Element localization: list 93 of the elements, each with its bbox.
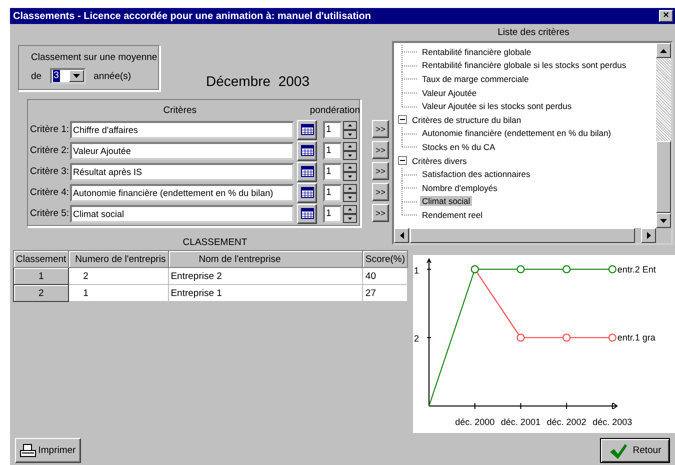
- tick-label: 2: [414, 334, 420, 344]
- add-button[interactable]: >>: [372, 204, 389, 222]
- tree-item[interactable]: Valeur Ajoutée: [420, 88, 479, 98]
- tick-label: déc. 2003: [592, 417, 632, 427]
- table-button[interactable]: [297, 182, 317, 202]
- criterion-field[interactable]: Chiffre d'affaires: [70, 120, 294, 138]
- tick-label: déc. 2001: [500, 417, 540, 427]
- tree-item[interactable]: Satisfaction des actionnaires: [420, 169, 532, 180]
- average-label: Classement sur une moyenne: [31, 52, 158, 63]
- up-arrow-icon[interactable]: [660, 48, 667, 52]
- tree-item[interactable]: Climat social: [420, 196, 472, 206]
- years-dropdown[interactable]: 3: [50, 68, 86, 84]
- criterion-field[interactable]: Résultat après IS: [70, 162, 294, 180]
- close-button[interactable]: ×: [659, 10, 673, 22]
- add-button[interactable]: >>: [372, 162, 389, 180]
- table-cell: 40: [362, 268, 408, 284]
- down-arrow-icon[interactable]: [660, 218, 667, 222]
- column-header: Nom de l'entreprise: [168, 250, 363, 268]
- tree-item[interactable]: Critères de structure du bilan: [410, 114, 524, 125]
- prefix-label: de: [31, 70, 42, 82]
- spin-buttons[interactable]: [343, 120, 357, 138]
- table-icon: [300, 124, 314, 135]
- criterion-label: Critère 1:: [30, 124, 70, 135]
- caret-icon: [72, 74, 80, 78]
- tree-item[interactable]: Critères divers: [410, 156, 469, 166]
- criterion-label: Critère 5:: [30, 208, 70, 219]
- checkmark-icon: [608, 442, 627, 458]
- weight-field[interactable]: 1: [323, 162, 342, 180]
- criterion-field[interactable]: Climat social: [70, 204, 294, 222]
- table-cell: Entreprise 1: [168, 284, 363, 302]
- collapse-icon[interactable]: [398, 115, 407, 124]
- table-cell: 27: [362, 284, 408, 302]
- tree-item[interactable]: Nombre d'employés: [420, 182, 500, 193]
- table-icon: [300, 145, 314, 156]
- column-header: Numero de l'entrepris: [68, 250, 168, 268]
- criterion-field[interactable]: Autonomie financière (endettement en % du bilan): [70, 184, 294, 202]
- criterion-field[interactable]: Valeur Ajoutée: [70, 142, 294, 160]
- row-header: 2: [14, 284, 69, 302]
- list-title: Liste des critères: [496, 27, 570, 40]
- table-button[interactable]: [297, 140, 317, 160]
- table-cell: Entreprise 2: [168, 268, 363, 284]
- table-button[interactable]: [297, 120, 317, 140]
- column-header: Score(%): [362, 250, 408, 268]
- column-header: Classement: [14, 250, 69, 268]
- series-label: entr.1 gra: [617, 332, 656, 343]
- table-icon: [300, 187, 314, 198]
- weight-field[interactable]: 1: [323, 120, 342, 138]
- period-label: Décembre 2003: [206, 73, 310, 89]
- tree-item[interactable]: Taux de marge commerciale: [420, 74, 531, 84]
- vertical-scrollbar[interactable]: [656, 43, 671, 228]
- column-header: pondération: [310, 105, 360, 118]
- weight-field[interactable]: 1: [323, 184, 342, 202]
- tree-item[interactable]: Rentabilité financière globale: [420, 46, 534, 57]
- tree-item[interactable]: Autonomie financière (endettement en % du bilan): [420, 128, 614, 138]
- column-header: Critères: [163, 105, 197, 116]
- table-icon: [300, 208, 314, 219]
- window-title: Classements - Licence accordée pour une animation à: manuel d'utilisation: [13, 10, 372, 22]
- back-button[interactable]: Retour: [600, 438, 670, 463]
- add-button[interactable]: >>: [372, 183, 389, 201]
- tick-label: déc. 2002: [546, 417, 586, 427]
- tree-item[interactable]: Rentabilité financière globale si les stocks sont perdus: [420, 60, 628, 70]
- printer-icon: [20, 444, 36, 458]
- criterion-label: Critère 2:: [30, 145, 70, 156]
- spin-buttons[interactable]: [343, 184, 357, 202]
- table-cell: 2: [68, 268, 168, 284]
- print-button[interactable]: Imprimer: [15, 438, 81, 463]
- series-label: entr.2 Ent: [617, 264, 656, 274]
- spin-buttons[interactable]: [343, 162, 357, 180]
- tree-item[interactable]: Rendement reel: [420, 210, 484, 220]
- criterion-label: Critère 3:: [30, 166, 70, 177]
- criterion-label: Critère 4:: [30, 187, 70, 198]
- left-arrow-icon[interactable]: [400, 232, 404, 239]
- collapse-icon[interactable]: [398, 156, 407, 166]
- table-cell: 1: [68, 284, 168, 302]
- tick-label: 1: [414, 265, 420, 276]
- weight-field[interactable]: 1: [323, 142, 342, 160]
- weight-field[interactable]: 1: [323, 204, 342, 222]
- table-button[interactable]: [297, 204, 317, 224]
- row-header: 1: [14, 268, 69, 284]
- right-arrow-icon[interactable]: [646, 232, 650, 239]
- suffix-label: année(s): [94, 70, 132, 82]
- section-title: CLASSEMENT: [182, 237, 248, 248]
- tree-item[interactable]: Valeur Ajoutée si les stocks sont perdus: [420, 101, 574, 112]
- add-button[interactable]: >>: [372, 120, 389, 138]
- spin-buttons[interactable]: [343, 142, 357, 160]
- table-button[interactable]: [297, 162, 317, 182]
- spin-buttons[interactable]: [343, 204, 357, 222]
- tree-item[interactable]: Stocks en % du CA: [420, 142, 498, 152]
- horizontal-scrollbar[interactable]: [394, 228, 656, 243]
- add-button[interactable]: >>: [372, 141, 389, 159]
- tick-label: déc. 2000: [455, 417, 495, 427]
- table-icon: [300, 166, 314, 177]
- scrollbar-corner: [656, 228, 671, 243]
